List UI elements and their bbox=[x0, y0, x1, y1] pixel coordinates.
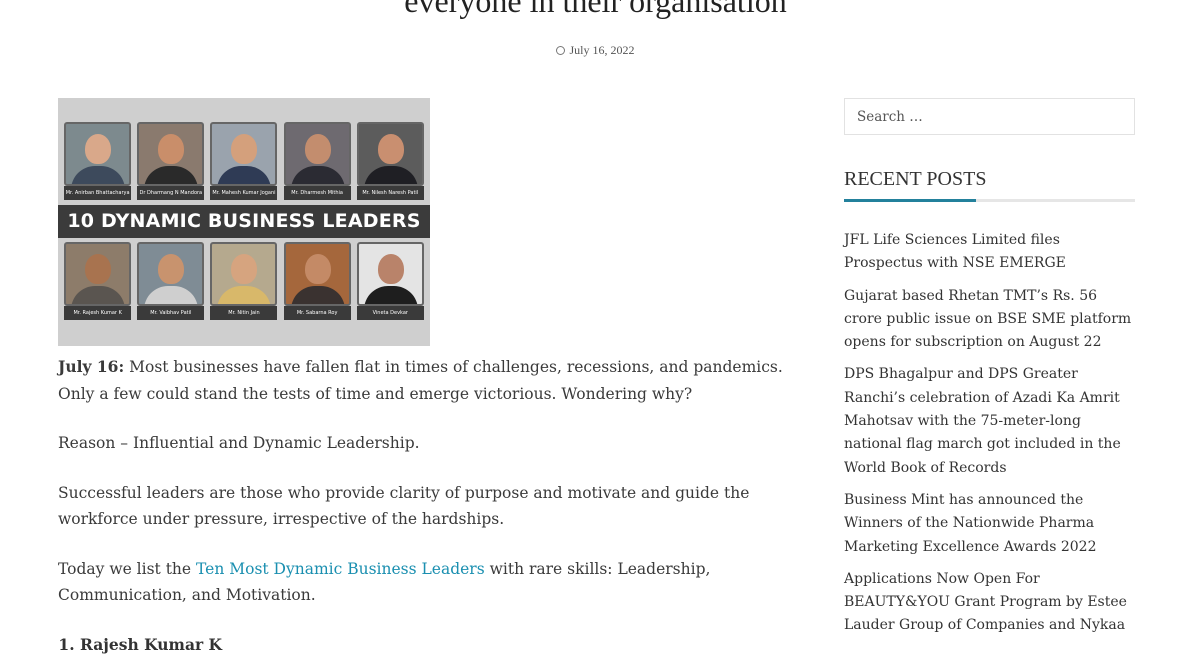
recent-post-link[interactable]: Gujarat based Rhetan TMT’s Rs. 56 crore … bbox=[844, 285, 1139, 355]
leader-photo: Vineta Devkar bbox=[357, 242, 424, 320]
intro-paragraph: July 16: Most businesses have fallen fla… bbox=[58, 354, 808, 407]
post-title: everyone in their organisation bbox=[0, 0, 1191, 22]
recent-posts-title: RECENT POSTS bbox=[844, 168, 986, 191]
clock-icon bbox=[556, 46, 565, 55]
leader-photo: Mr. Nitin Jain bbox=[210, 242, 277, 320]
leader-photo: Mr. Sabarna Roy bbox=[284, 242, 351, 320]
featured-image: Mr. Anirban Bhattacharya Dr Dharmang N M… bbox=[58, 98, 430, 346]
dynamic-leaders-link[interactable]: Ten Most Dynamic Business Leaders bbox=[196, 560, 485, 578]
leaders-list: Rajesh Kumar K bbox=[58, 632, 808, 658]
widget-title-underline bbox=[844, 199, 1135, 202]
leader-name: Mr. Dharmesh Mithia bbox=[284, 186, 351, 200]
leader-name: Mr. Anirban Bhattacharya bbox=[64, 186, 131, 200]
list-item: Rajesh Kumar K bbox=[80, 632, 808, 658]
list-item: Business Mint has announced the Winners … bbox=[844, 489, 1139, 559]
list-intro-paragraph: Today we list the Ten Most Dynamic Busin… bbox=[58, 556, 808, 609]
leaders-paragraph: Successful leaders are those who provide… bbox=[58, 480, 808, 533]
leader-photo: Mr. Rajesh Kumar K bbox=[64, 242, 131, 320]
leader-name: Dr Dharmang N Mandora bbox=[137, 186, 204, 200]
recent-post-link[interactable]: JFL Life Sciences Limited files Prospect… bbox=[844, 229, 1139, 276]
widget-title-accent bbox=[844, 199, 976, 202]
leader-name: Mr. Rajesh Kumar K bbox=[64, 306, 131, 320]
leader-photo: Mr. Dharmesh Mithia bbox=[284, 122, 351, 200]
post-date[interactable]: July 16, 2022 bbox=[569, 43, 634, 57]
leader-photo: Dr Dharmang N Mandora bbox=[137, 122, 204, 200]
article-body: July 16: Most businesses have fallen fla… bbox=[58, 354, 808, 658]
leaders-bottom-row: Mr. Rajesh Kumar K Mr. Vaibhav Patil Mr.… bbox=[58, 242, 430, 320]
recent-post-link[interactable]: Applications Now Open For BEAUTY&YOU Gra… bbox=[844, 568, 1139, 638]
leader-photo: Mr. Nilesh Naresh Patil bbox=[357, 122, 424, 200]
list-item: Gujarat based Rhetan TMT’s Rs. 56 crore … bbox=[844, 285, 1139, 355]
image-banner: 10 DYNAMIC BUSINESS LEADERS bbox=[58, 205, 430, 238]
leader-photo: Mr. Vaibhav Patil bbox=[137, 242, 204, 320]
list-item: DPS Bhagalpur and DPS Greater Ranchi’s c… bbox=[844, 363, 1139, 479]
leader-name: Mr. Vaibhav Patil bbox=[137, 306, 204, 320]
leader-photo: Mr. Mahesh Kumar Jogani bbox=[210, 122, 277, 200]
search-input[interactable] bbox=[844, 98, 1135, 135]
dateline: July 16: bbox=[58, 357, 124, 376]
leader-name: Mr. Nitin Jain bbox=[210, 306, 277, 320]
reason-paragraph: Reason – Influential and Dynamic Leaders… bbox=[58, 430, 808, 457]
leader-name: Vineta Devkar bbox=[357, 306, 424, 320]
post-meta: July 16, 2022 bbox=[0, 43, 1191, 58]
recent-posts-list: JFL Life Sciences Limited files Prospect… bbox=[844, 229, 1139, 647]
leader-name: Mr. Mahesh Kumar Jogani bbox=[210, 186, 277, 200]
recent-post-link[interactable]: Business Mint has announced the Winners … bbox=[844, 489, 1139, 559]
leader-photo: Mr. Anirban Bhattacharya bbox=[64, 122, 131, 200]
leader-name: Mr. Sabarna Roy bbox=[284, 306, 351, 320]
list-item: Applications Now Open For BEAUTY&YOU Gra… bbox=[844, 568, 1139, 638]
leaders-top-row: Mr. Anirban Bhattacharya Dr Dharmang N M… bbox=[58, 122, 430, 200]
list-item: JFL Life Sciences Limited files Prospect… bbox=[844, 229, 1139, 276]
recent-post-link[interactable]: DPS Bhagalpur and DPS Greater Ranchi’s c… bbox=[844, 363, 1139, 479]
leader-name: Mr. Nilesh Naresh Patil bbox=[357, 186, 424, 200]
